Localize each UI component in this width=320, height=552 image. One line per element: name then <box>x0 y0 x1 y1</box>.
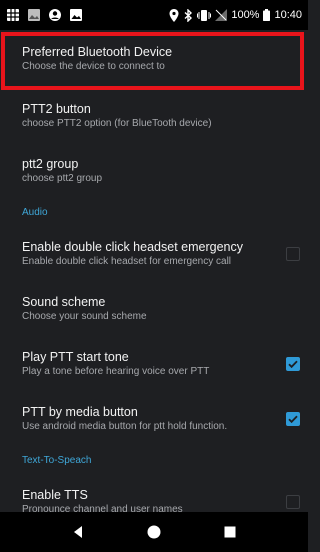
system-icons: 100% 10:40 <box>169 8 302 22</box>
battery-icon <box>263 9 271 21</box>
pref-title: Enable TTS <box>22 487 88 502</box>
home-icon[interactable] <box>134 512 174 552</box>
back-icon[interactable] <box>58 512 98 552</box>
ptt-media-button-checkbox[interactable] <box>286 411 300 426</box>
pref-title: Play PTT start tone <box>22 349 129 364</box>
app-grid-icon <box>6 8 20 22</box>
enable-tts-checkbox[interactable] <box>286 494 300 509</box>
pref-title: ptt2 group <box>22 156 79 171</box>
gallery-icon <box>69 8 83 22</box>
battery-percent: 100% <box>231 9 260 21</box>
pref-title: Preferred Bluetooth Device <box>22 45 173 59</box>
pref-ptt-start-tone[interactable]: Play PTT start tone Play a tone before h… <box>0 336 308 391</box>
vibrate-icon <box>197 9 212 22</box>
settings-list[interactable]: Preferred Bluetooth Device Choose the de… <box>0 30 308 512</box>
navigation-bar <box>0 512 308 552</box>
notification-icons <box>6 8 83 22</box>
pref-title: Sound scheme <box>22 294 106 309</box>
profile-icon <box>48 8 62 22</box>
pref-summary: choose PTT2 option (for BlueTooth device… <box>22 117 212 129</box>
pref-enable-tts[interactable]: Enable TTS Pronounce channel and user na… <box>0 474 308 512</box>
pref-ptt-media-button[interactable]: PTT by media button Use android media bu… <box>0 391 308 446</box>
double-click-checkbox[interactable] <box>286 246 300 261</box>
pref-summary: Choose your sound scheme <box>22 310 147 322</box>
pref-summary: Choose the device to connect to <box>22 61 165 72</box>
pref-double-click-emergency[interactable]: Enable double click headset emergency En… <box>0 226 308 281</box>
bluetooth-icon <box>183 8 193 22</box>
ptt-start-tone-checkbox[interactable] <box>286 356 300 371</box>
pref-ptt2-group[interactable]: ptt2 group choose ptt2 group <box>0 143 308 198</box>
image-icon <box>27 8 41 22</box>
category-audio: Audio <box>22 206 48 218</box>
pref-title: PTT by media button <box>22 404 138 419</box>
location-icon <box>169 8 179 22</box>
no-signal-icon <box>215 9 228 21</box>
pref-summary: choose ptt2 group <box>22 172 103 184</box>
pref-summary: Enable double click headset for emergenc… <box>22 255 232 267</box>
category-text-to-speach: Text-To-Speach <box>22 454 92 466</box>
clock: 10:40 <box>274 9 302 21</box>
pref-preferred-bluetooth-device[interactable]: Preferred Bluetooth Device Choose the de… <box>0 30 308 88</box>
pref-sound-scheme[interactable]: Sound scheme Choose your sound scheme <box>0 281 308 336</box>
pref-summary: Use android media button for ptt hold fu… <box>22 420 228 432</box>
checkmark-icon <box>288 415 298 423</box>
pref-ptt2-button[interactable]: PTT2 button choose PTT2 option (for Blue… <box>0 88 308 143</box>
checkmark-icon <box>288 360 298 368</box>
recents-icon[interactable] <box>210 512 250 552</box>
pref-title: PTT2 button <box>22 101 91 116</box>
status-bar: 100% 10:40 <box>0 0 308 30</box>
pref-summary: Play a tone before hearing voice over PT… <box>22 365 210 377</box>
pref-summary: Pronounce channel and user names <box>22 503 183 513</box>
pref-title: Enable double click headset emergency <box>22 239 243 254</box>
